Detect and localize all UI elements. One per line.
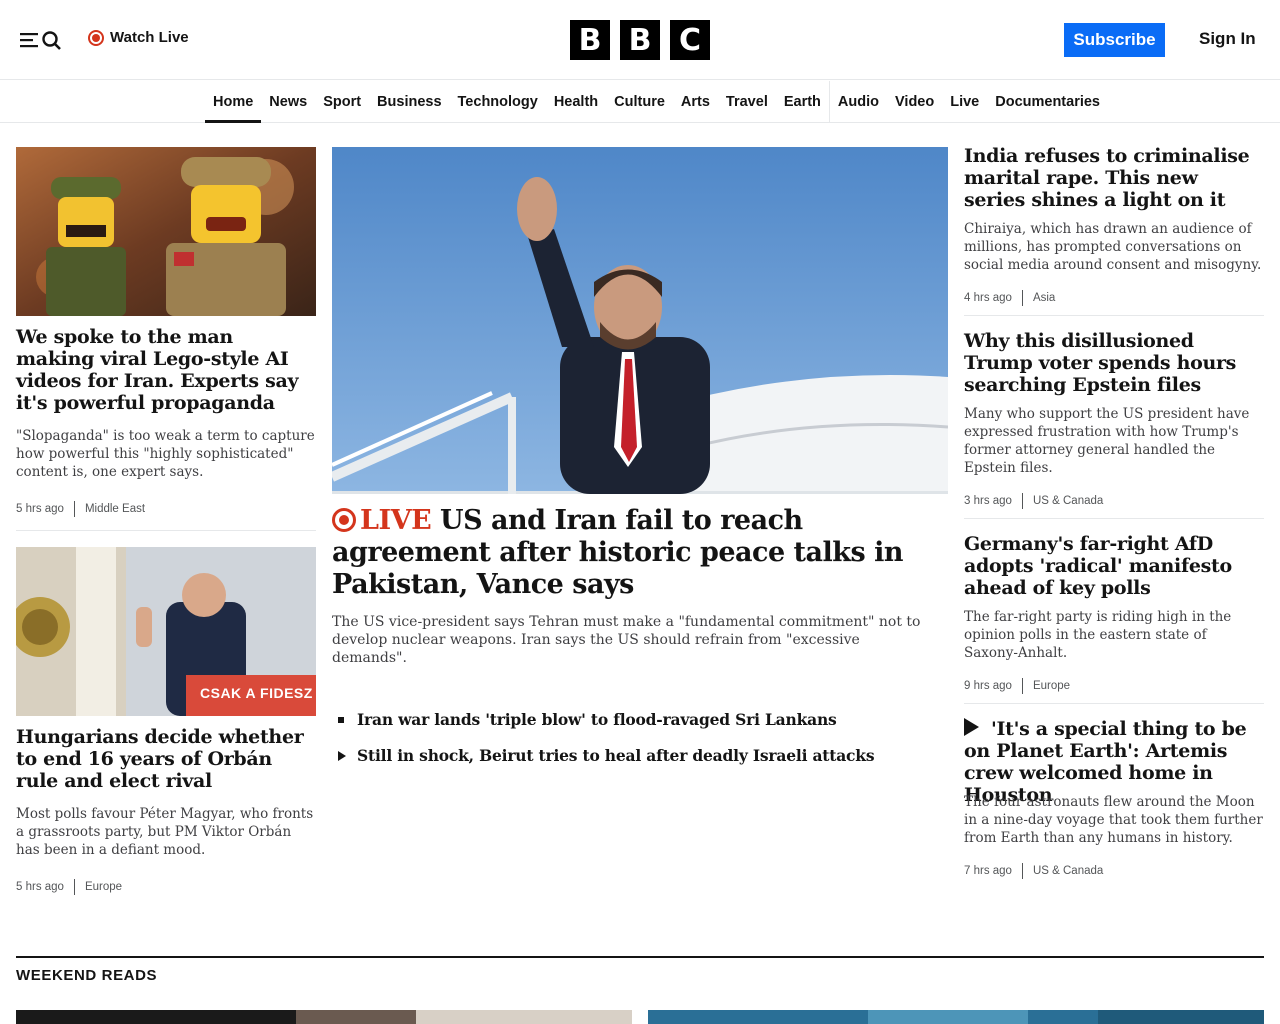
story-summary: Many who support the US president have e… — [964, 406, 1250, 476]
story-time: 9 hrs ago — [964, 680, 1012, 692]
logo-letter-c: C — [670, 20, 710, 60]
nav-item-technology[interactable]: Technology — [450, 81, 546, 123]
story-section-link[interactable]: Middle East — [85, 503, 145, 515]
weekend-read-image[interactable] — [648, 1010, 1264, 1024]
search-icon — [42, 31, 61, 50]
nav-item-home[interactable]: Home — [205, 81, 262, 123]
orban-rally-image[interactable]: CSAK A FIDESZ — [16, 547, 316, 716]
nav-item-earth[interactable]: Earth — [776, 81, 829, 123]
section-title: WEEKEND READS — [16, 967, 158, 984]
story-summary: The far-right party is riding high in th… — [964, 609, 1232, 661]
logo-letter-b2: B — [620, 20, 660, 60]
menu-icon — [20, 33, 38, 48]
story-headline[interactable]: Hungarians decide whether to end 16 year… — [16, 726, 316, 792]
related-link[interactable]: Iran war lands 'triple blow' to flood-ra… — [338, 710, 837, 729]
bullet-square-icon — [338, 716, 344, 723]
sign-in-link[interactable]: Sign In — [1199, 29, 1256, 49]
story-headline[interactable]: India refuses to criminalise marital rap… — [964, 145, 1264, 211]
play-icon — [338, 750, 346, 761]
live-label: LIVE — [360, 505, 432, 536]
section-rule — [16, 956, 1264, 958]
story-section-link[interactable]: Asia — [1033, 292, 1055, 304]
story-meta: 5 hrs ago Middle East — [16, 501, 145, 517]
main-summary: The US vice-president says Tehran must m… — [332, 614, 921, 666]
story-divider — [964, 315, 1264, 316]
weekend-read-image[interactable] — [16, 1010, 632, 1024]
story-headline[interactable]: Germany's far-right AfD adopts 'radical'… — [964, 533, 1264, 599]
subscribe-button[interactable]: Subscribe — [1064, 23, 1165, 57]
story-section-link[interactable]: US & Canada — [1033, 865, 1103, 877]
bbc-logo[interactable]: B B C — [570, 20, 710, 60]
image-caption-text: CSAK A FIDESZ — [200, 685, 313, 701]
meta-separator — [1021, 290, 1023, 306]
nav-item-live[interactable]: Live — [942, 81, 987, 123]
story-section-link[interactable]: US & Canada — [1033, 495, 1103, 507]
story-headline[interactable]: We spoke to the man making viral Lego-st… — [16, 326, 316, 414]
lego-soldiers-image[interactable] — [16, 147, 316, 316]
story-section-link[interactable]: Europe — [1033, 680, 1070, 692]
meta-separator — [73, 501, 75, 517]
related-link-text: Iran war lands 'triple blow' to flood-ra… — [357, 710, 837, 729]
nav-item-arts[interactable]: Arts — [673, 81, 718, 123]
story-divider — [964, 703, 1264, 704]
live-dot-icon — [88, 29, 104, 46]
story-section-link[interactable]: Europe — [85, 881, 122, 893]
story-meta: 7 hrs ago US & Canada — [964, 863, 1103, 879]
story-headline[interactable]: Why this disillusioned Trump voter spend… — [964, 330, 1264, 396]
vance-waving-image[interactable] — [332, 147, 948, 494]
story-meta: 3 hrs ago US & Canada — [964, 493, 1103, 509]
watch-live-label: Watch Live — [110, 29, 189, 46]
nav-item-news[interactable]: News — [261, 81, 315, 123]
story-summary: Most polls favour Péter Magyar, who fron… — [16, 806, 314, 858]
nav-item-sport[interactable]: Sport — [315, 81, 369, 123]
nav-item-video[interactable]: Video — [887, 81, 942, 123]
story-time: 5 hrs ago — [16, 881, 64, 893]
meta-separator — [1021, 678, 1023, 694]
main-headline[interactable]: LIVE US and Iran fail to reach agreement… — [332, 505, 932, 601]
meta-separator — [1021, 863, 1023, 879]
related-link-text: Still in shock, Beirut tries to heal aft… — [357, 746, 875, 765]
watch-live-link[interactable]: Watch Live — [88, 29, 189, 46]
logo-letter-b1: B — [570, 20, 610, 60]
story-time: 4 hrs ago — [964, 292, 1012, 304]
nav-list: Home News Sport Business Technology Heal… — [205, 81, 1108, 123]
story-time: 7 hrs ago — [964, 865, 1012, 877]
nav-item-audio[interactable]: Audio — [828, 81, 887, 123]
meta-separator — [73, 879, 75, 895]
related-video-link[interactable]: Still in shock, Beirut tries to heal aft… — [338, 746, 875, 765]
story-summary: The four astronauts flew around the Moon… — [964, 794, 1263, 846]
nav-item-health[interactable]: Health — [546, 81, 606, 123]
story-divider — [964, 518, 1264, 519]
nav-item-culture[interactable]: Culture — [606, 81, 673, 123]
story-time: 3 hrs ago — [964, 495, 1012, 507]
main-nav: Home News Sport Business Technology Heal… — [0, 81, 1280, 123]
meta-separator — [1021, 493, 1023, 509]
story-meta: 5 hrs ago Europe — [16, 879, 122, 895]
story-meta: 9 hrs ago Europe — [964, 678, 1070, 694]
story-meta: 4 hrs ago Asia — [964, 290, 1055, 306]
story-summary: Chiraiya, which has drawn an audience of… — [964, 221, 1262, 273]
nav-item-documentaries[interactable]: Documentaries — [987, 81, 1108, 123]
story-time: 5 hrs ago — [16, 503, 64, 515]
play-icon — [964, 718, 979, 736]
nav-item-business[interactable]: Business — [369, 81, 449, 123]
nav-item-travel[interactable]: Travel — [718, 81, 776, 123]
site-header: Watch Live B B C Subscribe Sign In — [0, 0, 1280, 80]
live-icon — [332, 508, 356, 532]
story-summary: "Slopaganda" is too weak a term to captu… — [16, 428, 315, 480]
menu-search-button[interactable] — [20, 26, 64, 54]
story-divider — [16, 530, 316, 531]
